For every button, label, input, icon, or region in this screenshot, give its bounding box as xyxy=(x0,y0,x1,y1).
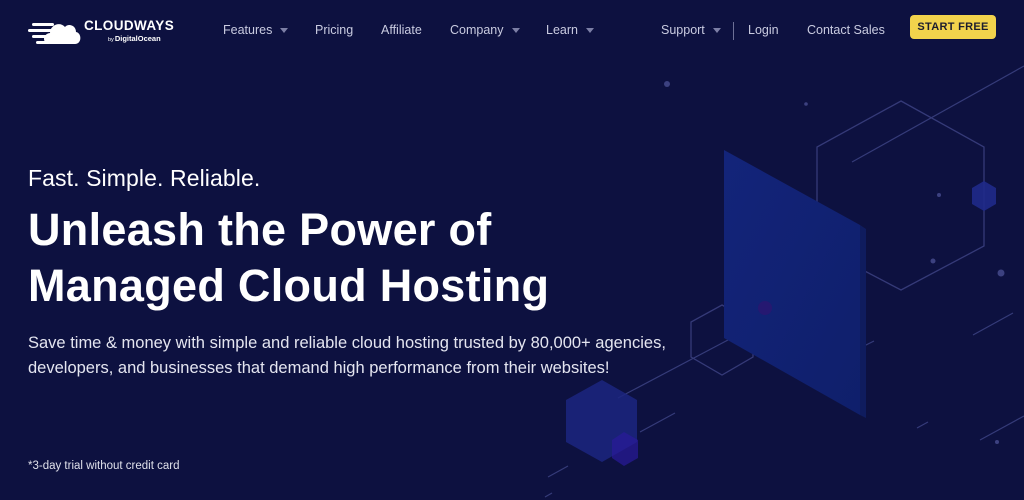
hero-tagline: Fast. Simple. Reliable. xyxy=(28,165,261,191)
site-header: CLOUDWAYS byDigitalOcean Features Pricin… xyxy=(0,0,1024,60)
nav-divider xyxy=(733,22,734,40)
hexagon-filled-right xyxy=(972,181,996,211)
hero-headline: Unleash the Power of Managed Cloud Hosti… xyxy=(28,204,550,311)
nav-pricing[interactable]: Pricing xyxy=(315,23,353,37)
start-free-button[interactable]: START FREE xyxy=(910,15,996,39)
hexagon-filled-bottom xyxy=(566,380,637,462)
brand-parent: byDigitalOcean xyxy=(108,33,161,43)
nav-contact-sales[interactable]: Contact Sales xyxy=(807,23,885,37)
nav-login[interactable]: Login xyxy=(748,23,779,37)
chevron-down-icon xyxy=(712,28,721,33)
nav-support[interactable]: Support xyxy=(661,23,721,37)
trial-footnote: *3-day trial without credit card xyxy=(28,460,180,472)
cloudways-logo[interactable]: CLOUDWAYS byDigitalOcean xyxy=(28,14,178,48)
chevron-down-icon xyxy=(585,28,594,33)
nav-affiliate[interactable]: Affiliate xyxy=(381,23,422,37)
nav-company[interactable]: Company xyxy=(450,23,520,37)
nav-learn[interactable]: Learn xyxy=(546,23,594,37)
hero-description: Save time & money with simple and reliab… xyxy=(28,334,666,377)
chevron-down-icon xyxy=(511,28,520,33)
brand-name: CLOUDWAYS xyxy=(84,18,175,33)
nav-features[interactable]: Features xyxy=(223,23,289,37)
hexagon-outline-small xyxy=(690,304,754,376)
blue-panel xyxy=(724,150,860,415)
chevron-down-icon xyxy=(280,28,289,33)
hexagon-outline-large xyxy=(816,100,985,291)
cloud-speed-icon xyxy=(28,23,81,44)
